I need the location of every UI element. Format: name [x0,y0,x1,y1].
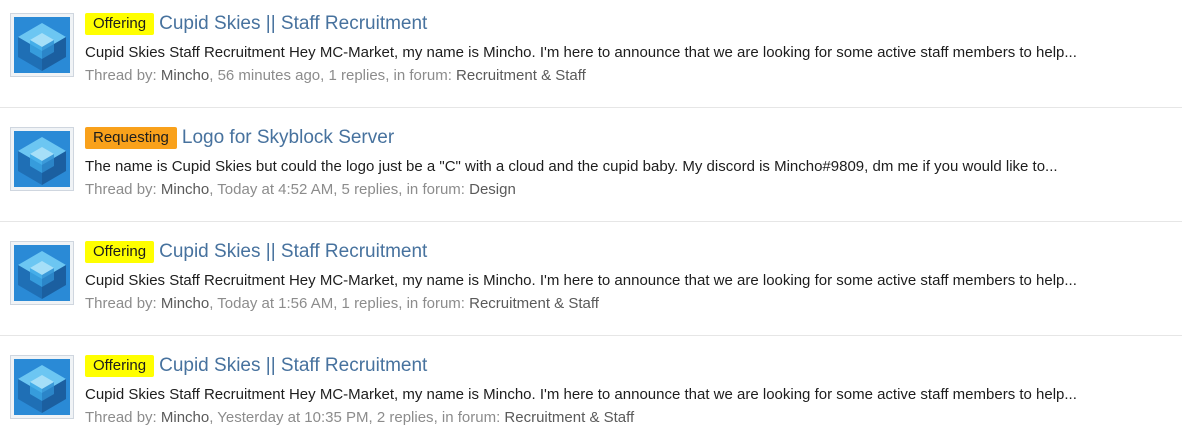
forum-link[interactable]: Recruitment & Staff [456,67,586,84]
thread-title-link[interactable]: Cupid Skies || Staff Recruitment [159,354,427,378]
avatar[interactable] [10,13,74,77]
thread-meta: Thread by: Mincho, 56 minutes ago, 1 rep… [85,66,586,86]
thread-meta: Thread by: Mincho, Yesterday at 10:35 PM… [85,408,634,428]
avatar[interactable] [10,355,74,419]
in-forum-label: , in forum: [433,409,505,426]
reply-count: , 1 replies [320,67,386,84]
thread-author-link[interactable]: Mincho [161,67,209,84]
thread-by-label: Thread by: [85,67,161,84]
thread-snippet[interactable]: Cupid Skies Staff Recruitment Hey MC-Mar… [85,271,1175,291]
cube-avatar-icon [14,131,70,187]
avatar[interactable] [10,127,74,191]
prefix-badge[interactable]: Offering [85,13,155,35]
thread-meta: Thread by: Mincho, Today at 1:56 AM, 1 r… [85,294,599,314]
reply-count: , 1 replies [333,295,399,312]
thread-by-label: Thread by: [85,295,161,312]
thread-title-line: Offering Cupid Skies || Staff Recruitment [85,12,427,38]
cube-avatar-icon [14,245,70,301]
forum-link[interactable]: Recruitment & Staff [504,409,634,426]
forum-link[interactable]: Recruitment & Staff [469,295,599,312]
prefix-badge[interactable]: Requesting [85,127,177,149]
in-forum-label: , in forum: [385,67,457,84]
thread-time: , Yesterday at 10:35 PM [209,409,369,426]
thread-meta: Thread by: Mincho, Today at 4:52 AM, 5 r… [85,180,516,200]
thread-author-link[interactable]: Mincho [161,295,209,312]
search-result-item: Requesting Logo for Skyblock Server The n… [0,120,1182,220]
avatar[interactable] [10,241,74,305]
prefix-badge[interactable]: Offering [85,241,155,263]
thread-time: , 56 minutes ago [209,67,321,84]
cube-avatar-icon [14,17,70,73]
thread-title-line: Requesting Logo for Skyblock Server [85,126,394,152]
thread-time: , Today at 4:52 AM [209,181,334,198]
divider [0,107,1182,108]
thread-author-link[interactable]: Mincho [161,181,209,198]
search-result-item: Offering Cupid Skies || Staff Recruitment… [0,6,1182,106]
forum-link[interactable]: Design [469,181,516,198]
thread-snippet[interactable]: Cupid Skies Staff Recruitment Hey MC-Mar… [85,385,1175,405]
search-result-item: Offering Cupid Skies || Staff Recruitment… [0,234,1182,334]
thread-title-line: Offering Cupid Skies || Staff Recruitment [85,354,427,380]
thread-title-link[interactable]: Cupid Skies || Staff Recruitment [159,12,427,36]
thread-by-label: Thread by: [85,181,161,198]
prefix-badge[interactable]: Offering [85,355,155,377]
search-result-item: Offering Cupid Skies || Staff Recruitment… [0,348,1182,448]
divider [0,221,1182,222]
search-results-list: Offering Cupid Skies || Staff Recruitment… [0,0,1182,438]
thread-snippet[interactable]: Cupid Skies Staff Recruitment Hey MC-Mar… [85,43,1175,63]
thread-time: , Today at 1:56 AM [209,295,334,312]
thread-by-label: Thread by: [85,409,161,426]
thread-title-line: Offering Cupid Skies || Staff Recruitment [85,240,427,266]
divider [0,335,1182,336]
in-forum-label: , in forum: [398,295,470,312]
thread-title-link[interactable]: Cupid Skies || Staff Recruitment [159,240,427,264]
reply-count: , 2 replies [368,409,434,426]
thread-title-link[interactable]: Logo for Skyblock Server [182,126,394,150]
cube-avatar-icon [14,359,70,415]
in-forum-label: , in forum: [398,181,470,198]
thread-author-link[interactable]: Mincho [161,409,209,426]
reply-count: , 5 replies [333,181,399,198]
thread-snippet[interactable]: The name is Cupid Skies but could the lo… [85,157,1175,177]
